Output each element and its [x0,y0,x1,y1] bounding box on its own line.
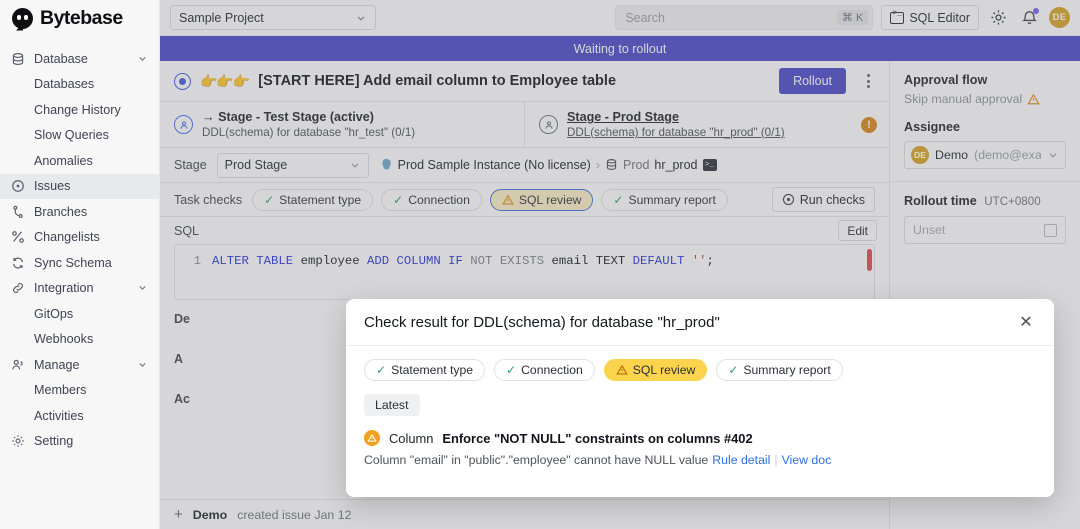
finding-description-row: Column "email" in "public"."employee" ca… [364,453,1036,467]
database-icon [10,51,26,67]
sidebar-item-label: Activities [34,409,84,423]
modal-title: Check result for DDL(schema) for databas… [364,314,720,331]
modal-tab-label: SQL review [633,363,696,377]
modal-tab-label: Summary report [743,363,830,377]
close-icon[interactable]: ✕ [1016,312,1036,332]
check-result-modal: Check result for DDL(schema) for databas… [346,299,1054,497]
sidebar-item-changelists[interactable]: Changelists [0,225,159,251]
bytebase-logo-icon [12,8,33,29]
check-icon: ✓ [506,363,516,377]
sidebar-item-databases[interactable]: Databases [0,72,159,98]
sidebar-item-label: Anomalies [34,154,93,168]
sidebar-item-label: Slow Queries [34,128,109,142]
latest-chip[interactable]: Latest [364,394,420,416]
gear-icon [10,433,26,449]
sidebar-item-slow-queries[interactable]: Slow Queries [0,123,159,149]
link-divider: | [774,453,777,467]
view-doc-link[interactable]: View doc [782,453,832,467]
app-root: Bytebase Database Databases Change Histo… [0,0,1080,529]
modal-tab-summary-report[interactable]: ✓ Summary report [716,359,842,381]
sidebar-item-label: Manage [34,358,80,372]
modal-tab-label: Connection [521,363,583,377]
sidebar-item-sync-schema[interactable]: Sync Schema [0,250,159,276]
sidebar-item-webhooks[interactable]: Webhooks [0,327,159,353]
modal-tab-statement-type[interactable]: ✓ Statement type [364,359,485,381]
sidebar-item-change-history[interactable]: Change History [0,97,159,123]
sidebar-item-label: Webhooks [34,332,93,346]
finding-description: Column "email" in "public"."employee" ca… [364,453,708,467]
chevron-down-icon [137,282,149,294]
sidebar: Bytebase Database Databases Change Histo… [0,0,160,529]
sidebar-item-branches[interactable]: Branches [0,199,159,225]
finding-header: Column Enforce "NOT NULL" constraints on… [364,430,1036,446]
warning-circle-icon [364,430,380,446]
sidebar-item-label: Sync Schema [34,256,112,270]
sidebar-item-label: Database [34,52,88,66]
sidebar-item-database[interactable]: Database [0,46,159,72]
check-icon: ✓ [728,363,738,377]
sidebar-item-manage[interactable]: Manage [0,352,159,378]
changelist-icon [10,229,26,245]
sidebar-nav: Database Databases Change History Slow Q… [0,46,159,454]
target-icon [10,178,26,194]
finding-title: Enforce "NOT NULL" constraints on column… [442,431,752,446]
finding-item: Column Enforce "NOT NULL" constraints on… [346,416,1054,467]
chevron-down-icon [137,53,149,65]
sidebar-item-label: Databases [34,77,94,91]
check-icon: ✓ [376,363,386,377]
modal-check-tabs: ✓ Statement type ✓ Connection SQL review… [346,346,1054,381]
sidebar-item-label: GitOps [34,307,73,321]
brand-logo[interactable]: Bytebase [0,0,159,36]
modal-tab-label: Statement type [391,363,473,377]
users-icon [10,357,26,373]
branch-icon [10,204,26,220]
brand-name: Bytebase [40,7,123,30]
main-area: Sample Project Search ⌘ K SQL Editor [160,0,1080,529]
sidebar-item-label: Setting [34,434,73,448]
modal-tab-connection[interactable]: ✓ Connection [494,359,595,381]
chevron-down-icon [137,359,149,371]
sidebar-item-issues[interactable]: Issues [0,174,159,200]
finding-category: Column [389,431,433,446]
sync-icon [10,255,26,271]
sidebar-item-label: Branches [34,205,87,219]
sidebar-item-label: Integration [34,281,94,295]
rule-detail-link[interactable]: Rule detail [712,453,770,467]
sidebar-item-integration[interactable]: Integration [0,276,159,302]
sidebar-item-gitops[interactable]: GitOps [0,301,159,327]
sidebar-item-label: Changelists [34,230,100,244]
sidebar-item-activities[interactable]: Activities [0,403,159,429]
modal-tab-sql-review[interactable]: SQL review [604,359,708,381]
sidebar-item-label: Change History [34,103,121,117]
modal-header: Check result for DDL(schema) for databas… [346,299,1054,346]
link-icon [10,280,26,296]
sidebar-item-setting[interactable]: Setting [0,429,159,455]
sidebar-item-label: Members [34,383,86,397]
sidebar-item-anomalies[interactable]: Anomalies [0,148,159,174]
sidebar-item-label: Issues [34,179,70,193]
sidebar-item-members[interactable]: Members [0,378,159,404]
warning-triangle-icon [616,364,628,376]
